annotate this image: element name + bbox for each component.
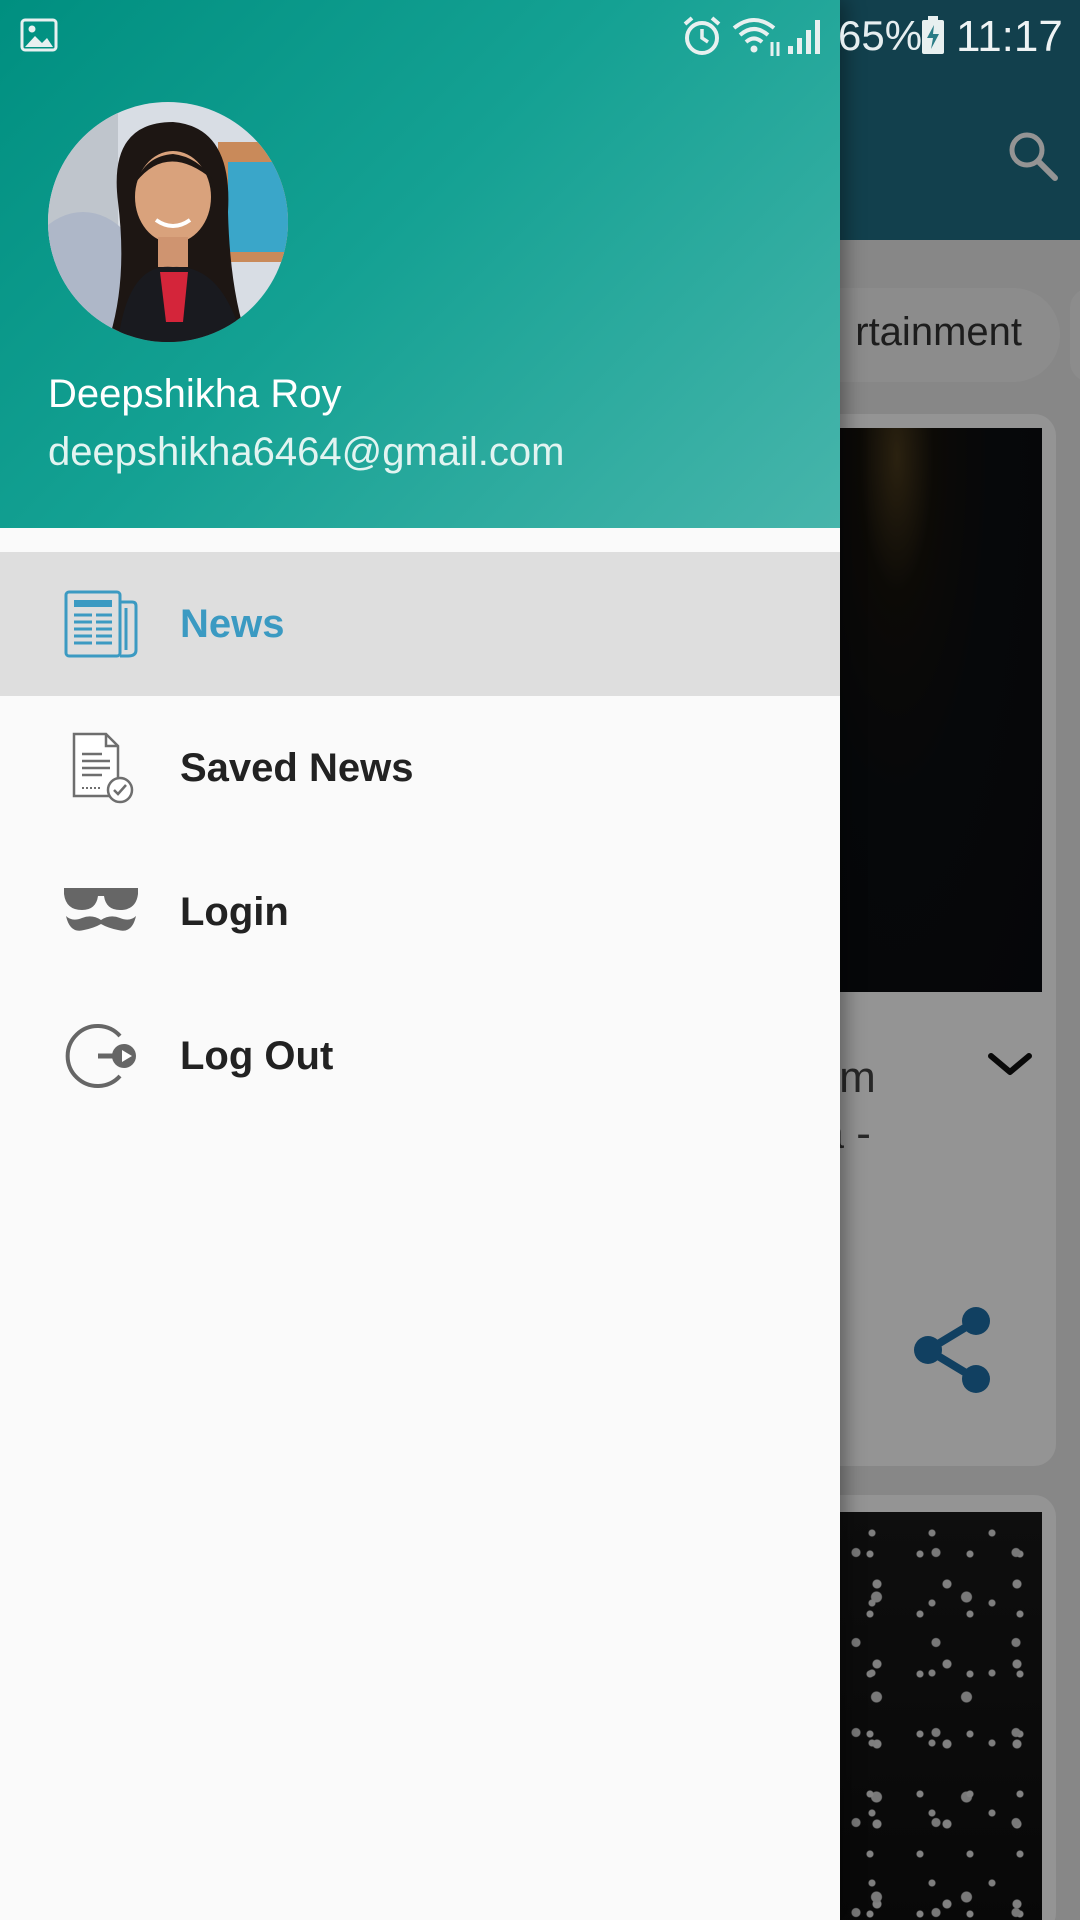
gallery-icon [20,18,58,52]
nav-item-label: Saved News [180,746,414,790]
nav-item-log-out[interactable]: Log Out [0,984,840,1128]
battery-charging-icon [922,16,944,54]
nav-item-label: Log Out [180,1034,334,1078]
status-bar: 65% 11:17 [0,0,1080,72]
avatar-photo [48,102,288,342]
alarm-icon [683,16,721,55]
user-email: deepshikha6464@gmail.com [48,430,565,474]
nav-item-login[interactable]: Login [0,840,840,984]
avatar[interactable] [48,102,288,342]
wifi-icon [732,18,780,56]
newspaper-icon [64,590,138,658]
battery-percentage: 65% [838,12,923,59]
signal-icon [788,20,820,54]
clock: 11:17 [956,12,1063,61]
user-name: Deepshikha Roy [48,372,342,416]
nav-item-label: News [180,602,285,646]
logout-icon [65,1024,136,1088]
nav-item-saved-news[interactable]: Saved News [0,696,840,840]
drawer-header: Deepshikha Roy deepshikha6464@gmail.com [0,0,840,528]
glasses-mustache-icon [64,888,138,931]
saved-document-icon [72,732,134,804]
nav-item-label: Login [180,890,289,934]
navigation-drawer: Deepshikha Roy deepshikha6464@gmail.com … [0,0,840,1920]
nav-item-news[interactable]: News [0,552,840,696]
